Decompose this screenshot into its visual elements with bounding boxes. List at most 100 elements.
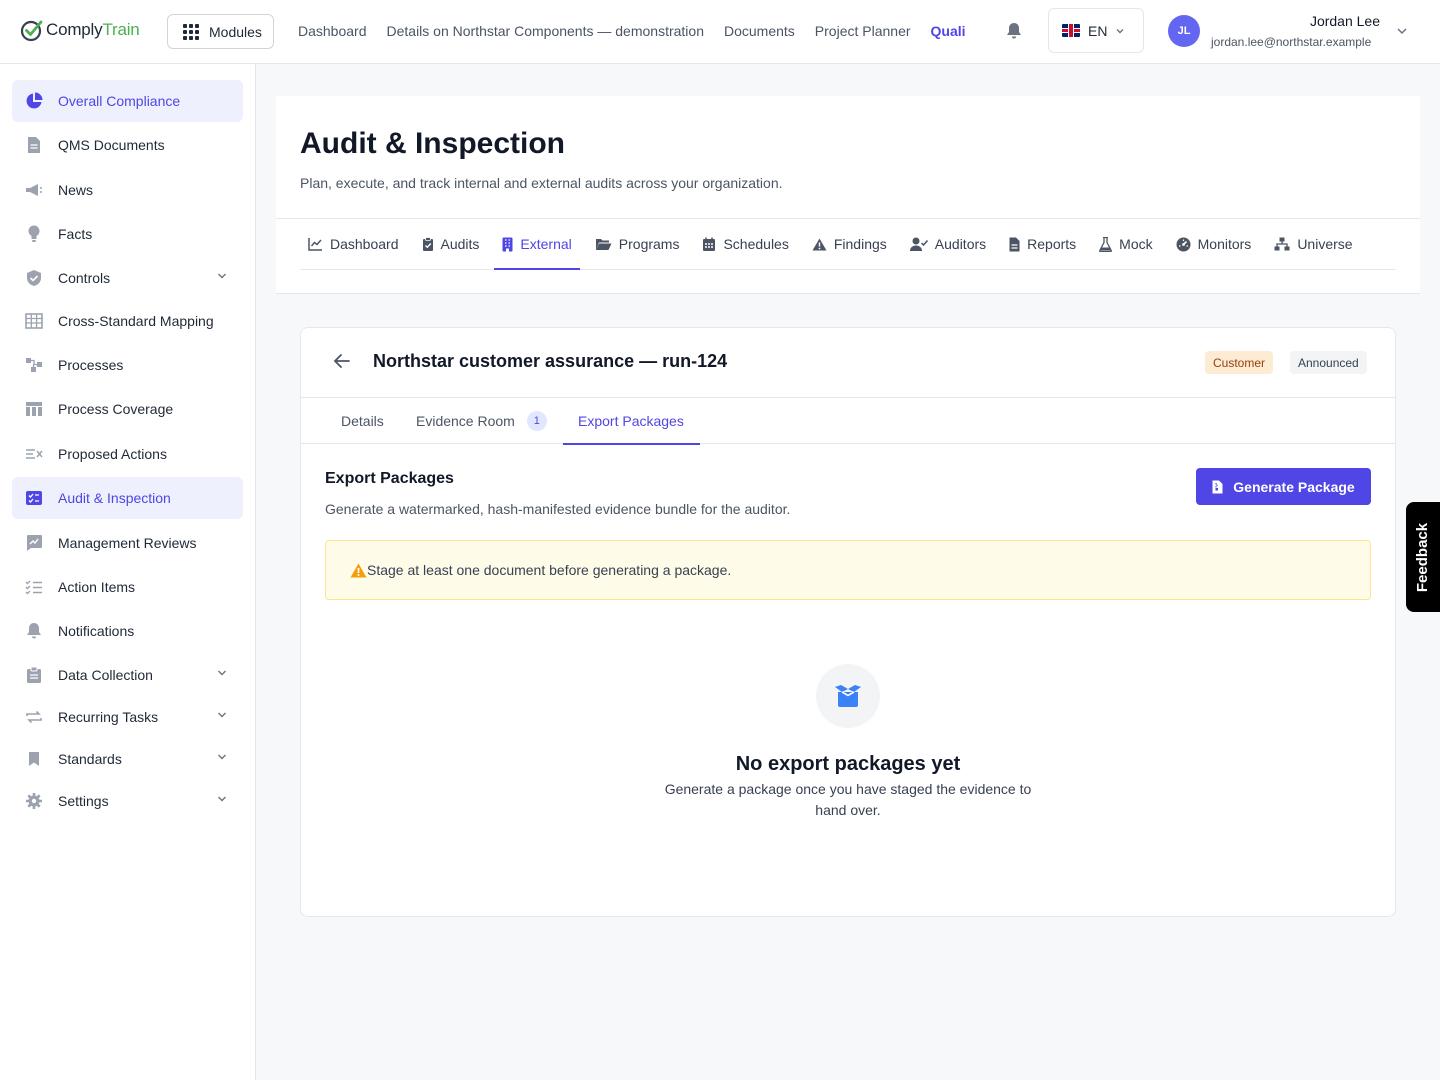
generate-package-label: Generate Package xyxy=(1233,478,1355,495)
topnav-project-planner[interactable]: Project Planner xyxy=(815,23,911,39)
topnav-quali[interactable]: Quali xyxy=(931,23,966,39)
sidebar-item-cross-standard-mapping[interactable]: Cross-Standard Mapping xyxy=(12,300,243,342)
chart-comment-icon xyxy=(25,534,43,552)
sidebar-item-label: Standards xyxy=(58,751,122,767)
sidebar-item-standards[interactable]: Standards xyxy=(12,738,243,780)
user-avatar[interactable]: JL xyxy=(1168,15,1200,47)
topnav-dashboard[interactable]: Dashboard xyxy=(298,23,367,39)
sidebar-item-notifications[interactable]: Notifications xyxy=(12,610,243,652)
sidebar-item-label: Audit & Inspection xyxy=(58,490,171,506)
generate-package-button[interactable]: Generate Package xyxy=(1196,468,1371,505)
top-navigation: Dashboard Details on Northstar Component… xyxy=(298,0,966,62)
user-email: jordan.lee@northstar.example xyxy=(1211,35,1372,49)
tab-findings[interactable]: Findings xyxy=(804,219,895,269)
feedback-tab[interactable]: Feedback xyxy=(1406,502,1440,612)
sidebar-item-label: Facts xyxy=(58,226,93,242)
section-title: Export Packages xyxy=(325,470,454,487)
user-name[interactable]: Jordan Lee xyxy=(1310,13,1380,29)
table-grid-icon xyxy=(25,312,43,330)
modules-button[interactable]: Modules xyxy=(167,14,274,49)
file-zip-icon xyxy=(1212,480,1223,493)
tab-audits[interactable]: Audits xyxy=(414,219,488,269)
sidebar-item-label: Recurring Tasks xyxy=(58,709,159,725)
tab-programs[interactable]: Programs xyxy=(587,219,688,269)
tab-label: Findings xyxy=(833,236,887,252)
subtab-evidence-room[interactable]: Evidence Room 1 xyxy=(416,398,547,444)
sidebar-item-label: News xyxy=(58,182,94,198)
subtab-export-packages[interactable]: Export Packages xyxy=(563,398,700,445)
feedback-label: Feedback xyxy=(1414,522,1432,592)
building-icon xyxy=(502,237,513,251)
app-logo[interactable]: ComplyTrain xyxy=(20,18,140,42)
process-flow-icon xyxy=(25,356,43,374)
sidebar-item-news[interactable]: News xyxy=(12,169,243,211)
chevron-down-icon xyxy=(218,712,226,718)
sidebar-item-label: Settings xyxy=(58,793,109,809)
user-check-icon xyxy=(909,237,928,251)
sidebar-item-label: Notifications xyxy=(58,623,135,639)
status-badge: Announced xyxy=(1290,351,1367,374)
sidebar-item-audit-inspection[interactable]: Audit & Inspection xyxy=(12,477,243,519)
megaphone-icon xyxy=(25,181,43,199)
subtab-details[interactable]: Details xyxy=(341,398,384,444)
notifications-bell-icon[interactable] xyxy=(1006,22,1022,40)
sidebar-item-proposed-actions[interactable]: Proposed Actions xyxy=(12,433,243,475)
shield-check-icon xyxy=(25,269,43,287)
calendar-icon xyxy=(703,237,716,251)
user-menu-chevron-icon[interactable] xyxy=(1396,25,1408,37)
tab-monitors[interactable]: Monitors xyxy=(1168,219,1260,269)
sidebar-item-processes[interactable]: Processes xyxy=(12,344,243,386)
sidebar-item-label: Cross-Standard Mapping xyxy=(58,313,214,329)
sidebar-item-label: Processes xyxy=(58,357,124,373)
tab-label: Reports xyxy=(1027,236,1077,252)
sidebar-item-overall-compliance[interactable]: Overall Compliance xyxy=(12,80,243,122)
evidence-count-badge: 1 xyxy=(526,411,547,431)
warning-alert: Stage at least one document before gener… xyxy=(325,540,1371,600)
module-tabs: Dashboard Audits External Programs Sched… xyxy=(300,219,1396,270)
subtab-label: Details xyxy=(341,413,384,429)
language-selector[interactable]: EN xyxy=(1048,8,1144,53)
tab-external[interactable]: External xyxy=(494,219,581,270)
page-subtitle: Plan, execute, and track internal and ex… xyxy=(300,175,783,191)
topnav-documents[interactable]: Documents xyxy=(724,23,795,39)
tab-universe[interactable]: Universe xyxy=(1266,219,1360,269)
tab-schedules[interactable]: Schedules xyxy=(694,219,796,269)
sidebar-item-recurring-tasks[interactable]: Recurring Tasks xyxy=(12,696,243,738)
tab-label: Monitors xyxy=(1197,236,1252,252)
subtab-label: Evidence Room xyxy=(416,413,515,429)
sidebar-item-label: Action Items xyxy=(58,579,136,595)
sidebar-item-label: Controls xyxy=(58,270,111,286)
clipboard-check-icon xyxy=(25,489,43,507)
chevron-down-icon xyxy=(218,796,226,802)
sidebar-item-controls[interactable]: Controls xyxy=(12,257,243,299)
clipboard-check-icon xyxy=(422,236,433,251)
sidebar-item-settings[interactable]: Settings xyxy=(12,780,243,822)
warning-icon xyxy=(350,563,367,577)
page-header: Audit & Inspection Plan, execute, and tr… xyxy=(276,96,1420,294)
card-header: Northstar customer assurance — run-124 C… xyxy=(301,328,1395,398)
back-arrow-icon[interactable] xyxy=(333,353,351,369)
sidebar-item-action-items[interactable]: Action Items xyxy=(12,566,243,608)
tab-label: External xyxy=(520,236,572,252)
gear-icon xyxy=(25,792,43,810)
sidebar-item-facts[interactable]: Facts xyxy=(12,213,243,255)
top-bar: ComplyTrain Modules Dashboard Details on… xyxy=(0,0,1440,64)
pie-chart-icon xyxy=(25,92,43,110)
sidebar-item-process-coverage[interactable]: Process Coverage xyxy=(12,388,243,430)
tab-label: Audits xyxy=(440,236,480,252)
line-chart-icon xyxy=(308,238,322,251)
sidebar: Overall Compliance QMS Documents News Fa… xyxy=(0,64,256,1080)
sidebar-item-qms-documents[interactable]: QMS Documents xyxy=(12,124,243,166)
tab-auditors[interactable]: Auditors xyxy=(902,219,994,269)
page-title: Audit & Inspection xyxy=(300,127,565,160)
topnav-details[interactable]: Details on Northstar Components — demons… xyxy=(387,23,704,39)
empty-state-title: No export packages yet xyxy=(735,753,961,775)
sidebar-item-label: Process Coverage xyxy=(58,401,174,417)
sidebar-item-data-collection[interactable]: Data Collection xyxy=(12,654,243,696)
tab-reports[interactable]: Reports xyxy=(1001,219,1084,269)
tab-dashboard[interactable]: Dashboard xyxy=(300,219,407,269)
tab-mock[interactable]: Mock xyxy=(1091,219,1160,269)
modules-label: Modules xyxy=(209,23,262,40)
audit-detail-card: Northstar customer assurance — run-124 C… xyxy=(300,327,1396,917)
sidebar-item-management-reviews[interactable]: Management Reviews xyxy=(12,522,243,564)
